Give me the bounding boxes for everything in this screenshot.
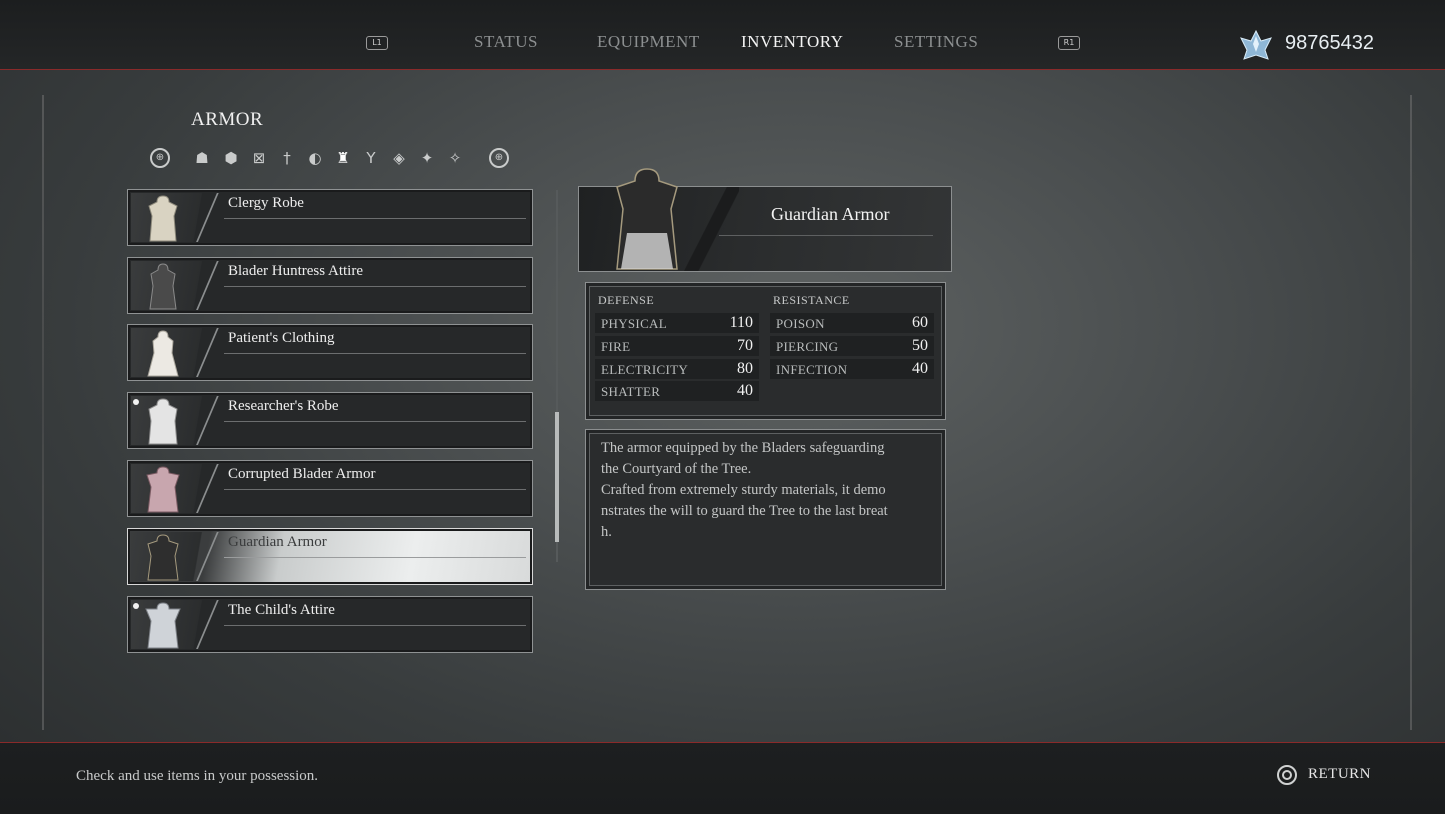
category-filter-row: ⊕ ☗ ⬢ ⊠ † ◐ ♜ Y ◈ ✦ ✧ ⊕ <box>150 146 520 172</box>
top-nav-bar: L1 STATUS EQUIPMENT INVENTORY SETTINGS R… <box>0 0 1445 70</box>
item-name: Patient's Clothing <box>228 330 335 346</box>
resistance-heading: RESISTANCE <box>773 293 850 307</box>
list-item-patients-clothing[interactable]: Patient's Clothing <box>127 324 533 381</box>
next-category-icon[interactable]: ⊕ <box>489 148 509 168</box>
stat-row-piercing: PIERCING 50 <box>770 336 934 356</box>
dress-figure-icon <box>147 330 179 377</box>
list-scrollbar-thumb[interactable] <box>555 412 559 542</box>
tab-status[interactable]: STATUS <box>474 32 538 52</box>
left-frame-ornament <box>42 95 44 730</box>
item-name: Researcher's Robe <box>228 398 339 414</box>
crossed-box-icon[interactable]: ⊠ <box>249 148 269 168</box>
detail-item-name: Guardian Armor <box>771 204 890 224</box>
item-name: The Child's Attire <box>228 602 335 618</box>
new-item-indicator <box>133 603 139 609</box>
list-item-the-childs-attire[interactable]: The Child's Attire <box>127 596 533 653</box>
help-hint: Check and use items in your possession. <box>76 768 319 784</box>
crystal-filter-icon[interactable]: ◈ <box>389 148 409 168</box>
item-description: The armor equipped by the Bladers safegu… <box>601 440 888 540</box>
item-name: Guardian Armor <box>228 534 327 550</box>
list-item-guardian-armor[interactable]: Guardian Armor <box>127 528 533 585</box>
stat-row-physical: PHYSICAL 110 <box>595 313 759 333</box>
r1-button[interactable]: R1 <box>1058 36 1080 50</box>
item-detail-header: Guardian Armor <box>578 168 952 272</box>
coat-figure-icon <box>148 398 178 445</box>
list-item-researchers-robe[interactable]: Researcher's Robe <box>127 392 533 449</box>
star-icon[interactable]: ✧ <box>445 148 465 168</box>
item-description-panel: The armor equipped by the Bladers safegu… <box>585 429 946 590</box>
stat-row-fire: FIRE 70 <box>595 336 759 356</box>
list-item-clergy-robe[interactable]: Clergy Robe <box>127 189 533 246</box>
stat-row-poison: POISON 60 <box>770 313 934 333</box>
crystal-icon <box>1240 29 1272 60</box>
child-attire-figure-icon <box>145 602 181 649</box>
bottom-bar: Check and use items in your possession. … <box>0 742 1445 814</box>
list-item-blader-huntress-attire[interactable]: Blader Huntress Attire <box>127 257 533 314</box>
headgear-icon[interactable]: ☗ <box>192 148 212 168</box>
prev-category-icon[interactable]: ⊕ <box>150 148 170 168</box>
guardian-armor-figure-icon <box>147 534 179 581</box>
section-title: ARMOR <box>191 109 264 130</box>
l1-button[interactable]: L1 <box>366 36 388 50</box>
tab-settings[interactable]: SETTINGS <box>894 32 978 52</box>
stat-row-shatter: SHATTER 40 <box>595 381 759 401</box>
right-frame-ornament <box>1410 95 1412 730</box>
new-item-indicator <box>133 399 139 405</box>
helmet-icon[interactable]: ◐ <box>305 148 325 168</box>
stat-row-infection: INFECTION 40 <box>770 359 934 379</box>
stat-row-electricity: ELECTRICITY 80 <box>595 359 759 379</box>
corrupted-armor-figure-icon <box>146 466 180 513</box>
currency-amount: 98765432 <box>1285 32 1374 54</box>
list-item-corrupted-blader-armor[interactable]: Corrupted Blader Armor <box>127 460 533 517</box>
sword-icon[interactable]: † <box>277 148 297 168</box>
shield-icon[interactable]: ⬢ <box>221 148 241 168</box>
attire-icon[interactable]: ♜ <box>333 148 353 168</box>
attire-figure-icon <box>149 263 177 310</box>
return-button[interactable]: RETURN <box>1308 766 1371 783</box>
item-name: Blader Huntress Attire <box>228 263 363 279</box>
feather-icon[interactable]: Y <box>361 148 381 168</box>
defense-heading: DEFENSE <box>598 293 655 307</box>
tab-inventory[interactable]: INVENTORY <box>741 32 843 52</box>
tab-equipment[interactable]: EQUIPMENT <box>597 32 700 52</box>
item-name: Corrupted Blader Armor <box>228 466 376 482</box>
circle-button-icon[interactable] <box>1277 765 1297 785</box>
robe-figure-icon <box>148 195 178 242</box>
item-name: Clergy Robe <box>228 195 304 211</box>
item-stats-panel: DEFENSE RESISTANCE PHYSICAL 110 FIRE 70 EL… <box>585 282 946 420</box>
sparkle-icon[interactable]: ✦ <box>417 148 437 168</box>
